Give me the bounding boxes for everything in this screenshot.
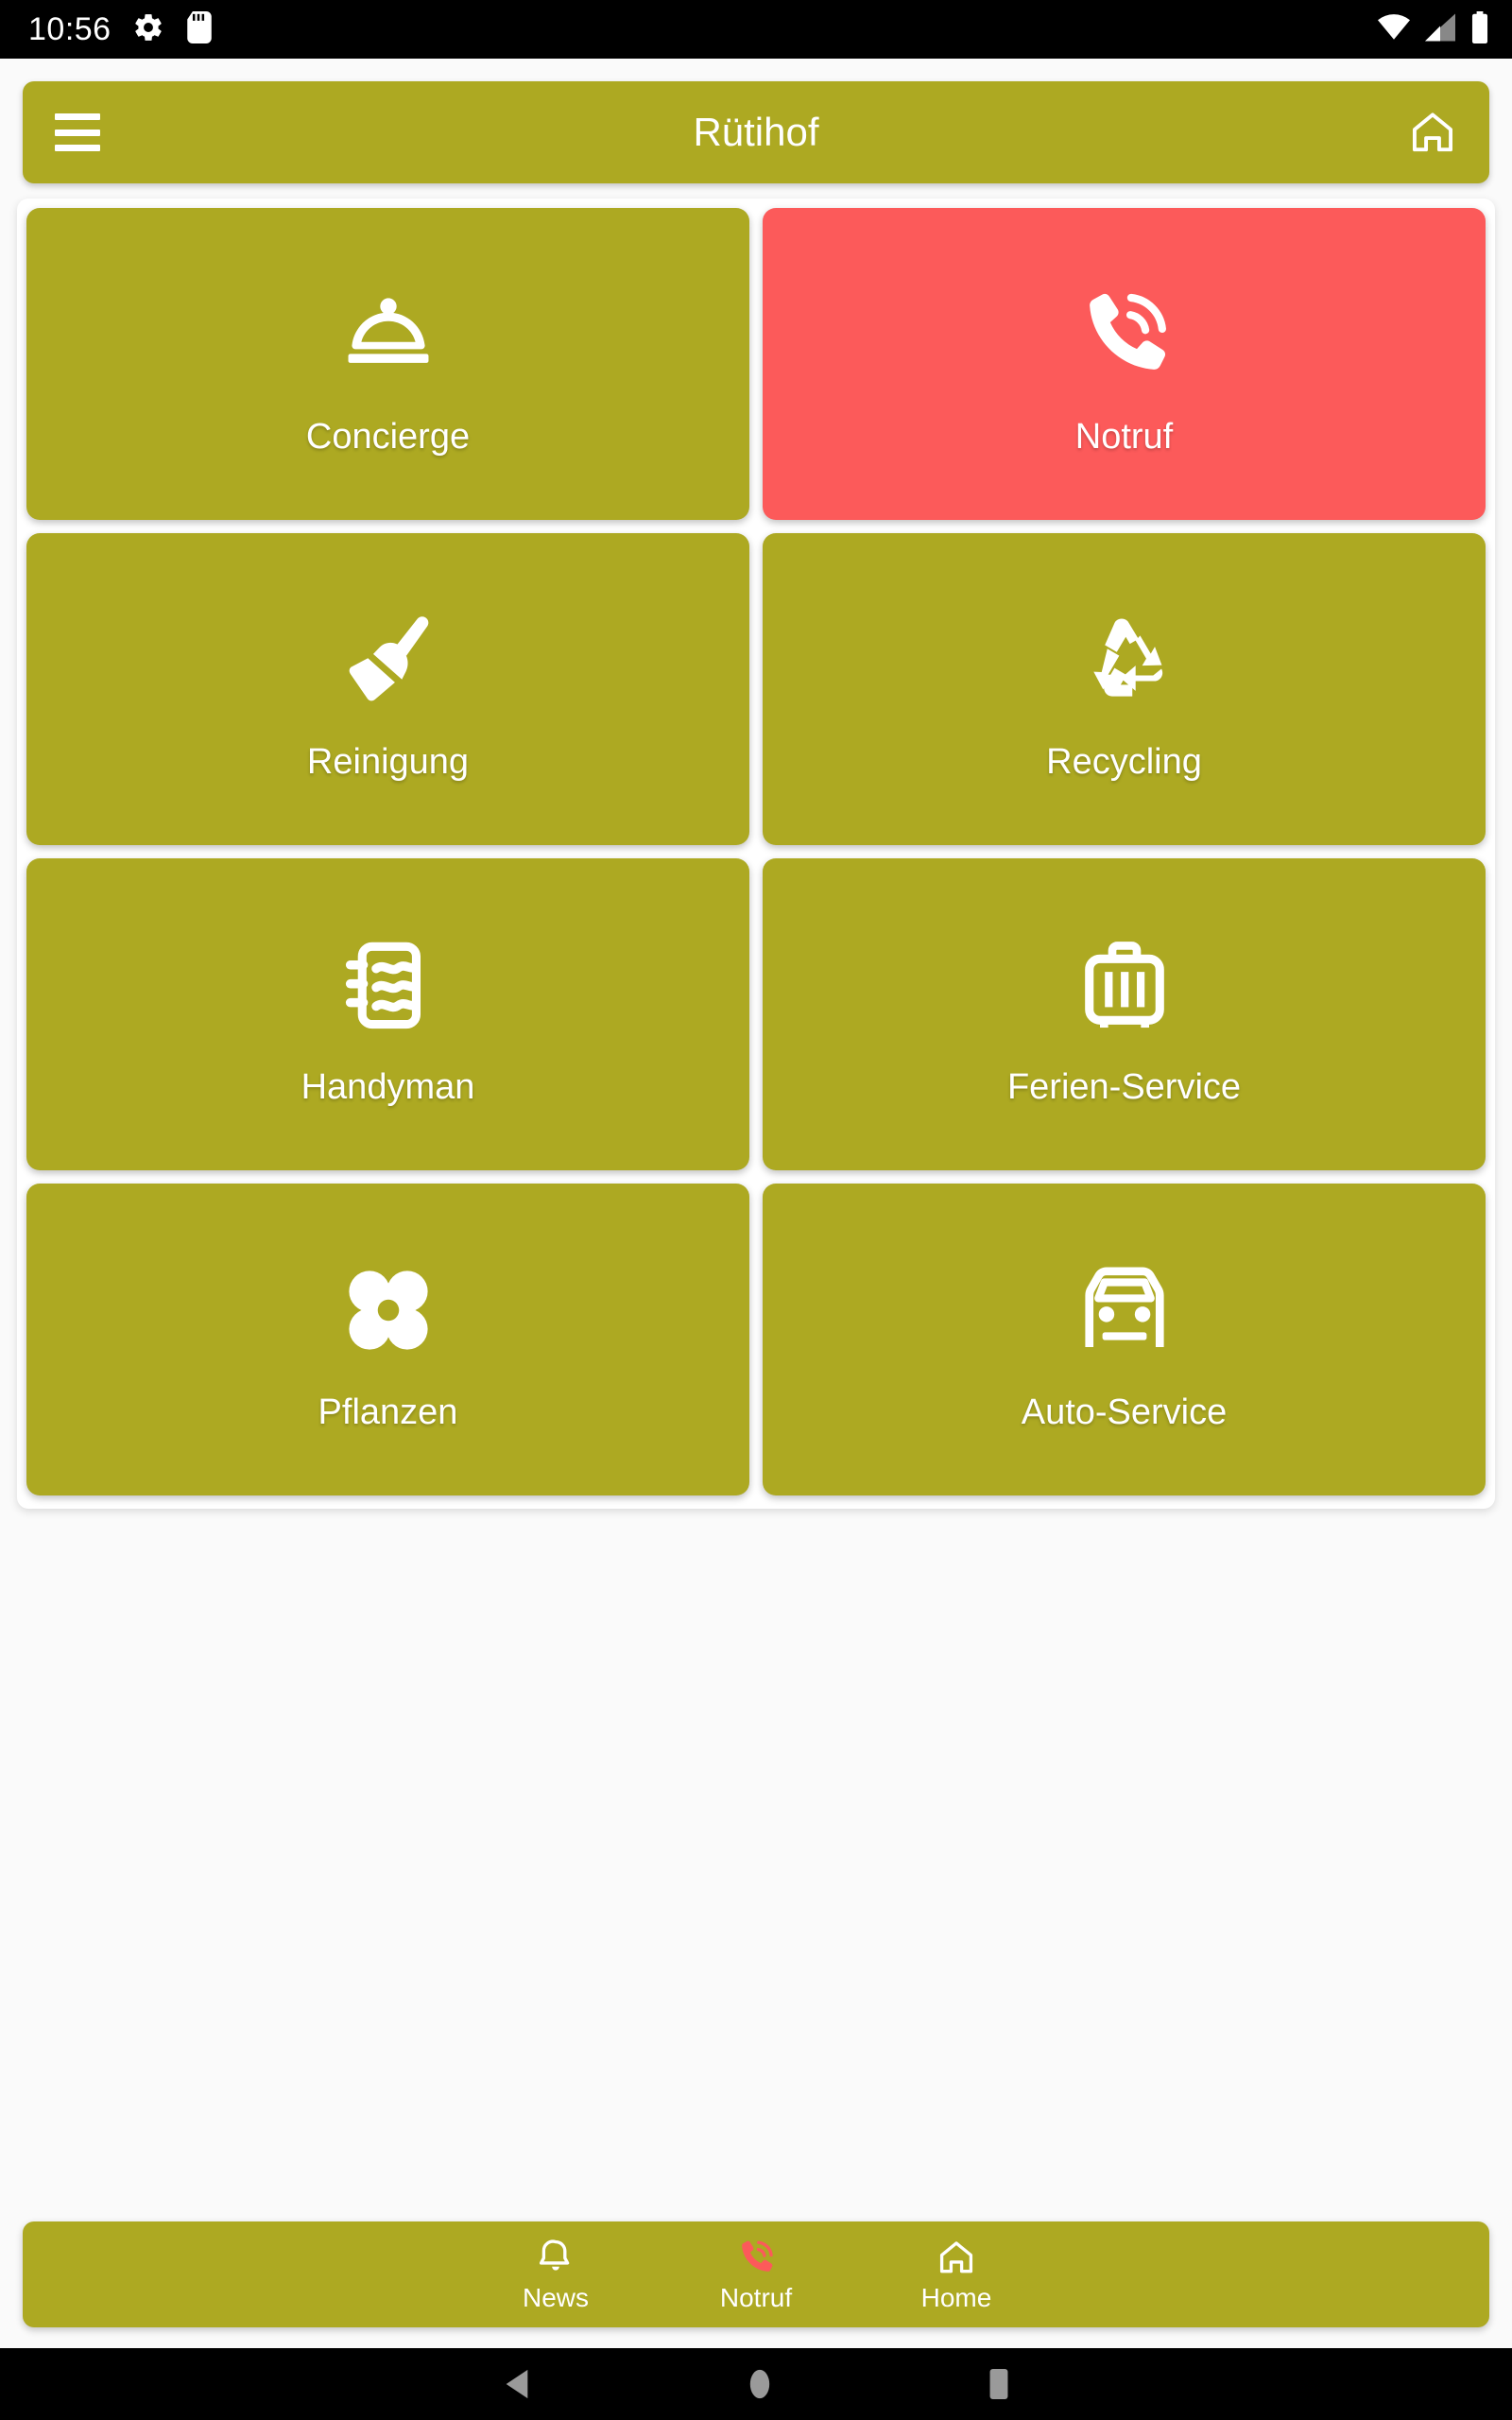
service-tile-pflanzen[interactable]: Pflanzen — [26, 1184, 749, 1495]
service-tile-label: Recycling — [1046, 742, 1202, 782]
service-tile-concierge[interactable]: Concierge — [26, 208, 749, 520]
status-bar: 10:56 — [0, 0, 1512, 59]
status-bar-left: 10:56 — [28, 10, 214, 48]
service-tile-label: Pflanzen — [318, 1392, 458, 1432]
services-card: Concierge Notruf Reinigung Recycling Han… — [17, 199, 1495, 1509]
flower-icon — [339, 1249, 438, 1372]
notepad-icon — [339, 924, 438, 1046]
bottom-nav-item-news[interactable]: News — [494, 2238, 617, 2311]
page-title: Rütihof — [693, 110, 819, 154]
android-device-screen: 10:56 Rütihof Concierge Notruf Reinigung… — [0, 0, 1512, 2420]
bottom-navigation-container: News Notruf Home — [0, 2221, 1512, 2348]
bottom-nav-item-home[interactable]: Home — [895, 2238, 1018, 2311]
service-tile-notruf[interactable]: Notruf — [763, 208, 1486, 520]
recycling-icon — [1075, 598, 1174, 721]
sd-card-icon — [185, 10, 214, 48]
battery-icon — [1470, 10, 1489, 48]
home-icon — [936, 2238, 976, 2277]
service-tile-label: Auto-Service — [1021, 1392, 1228, 1432]
service-tile-reinigung[interactable]: Reinigung — [26, 533, 749, 845]
home-circle-icon[interactable] — [748, 2368, 771, 2400]
service-tile-label: Handyman — [301, 1067, 475, 1107]
service-tile-ferien-service[interactable]: Ferien-Service — [763, 858, 1486, 1170]
app-surface: Rütihof Concierge Notruf Reinigung Recyc… — [0, 59, 1512, 2348]
recents-square-icon[interactable] — [988, 2368, 1009, 2400]
cell-signal-icon — [1425, 12, 1455, 46]
app-bar: Rütihof — [23, 81, 1489, 183]
gear-icon — [132, 11, 164, 48]
bell-icon — [536, 2238, 576, 2277]
service-tile-label: Notruf — [1074, 417, 1174, 457]
wifi-icon — [1378, 13, 1410, 46]
phone-call-icon — [1075, 273, 1174, 396]
hamburger-menu-icon[interactable] — [55, 113, 100, 151]
service-tile-label: Reinigung — [306, 742, 470, 782]
broom-icon — [339, 598, 438, 721]
status-clock: 10:56 — [28, 11, 112, 47]
back-triangle-icon[interactable] — [503, 2368, 531, 2400]
bottom-nav-label: Notruf — [719, 2283, 793, 2312]
home-icon[interactable] — [1408, 108, 1457, 157]
bottom-nav-item-notruf[interactable]: Notruf — [695, 2238, 817, 2311]
android-system-navigation-bar — [0, 2348, 1512, 2420]
app-bar-container: Rütihof — [0, 59, 1512, 183]
car-icon — [1075, 1249, 1174, 1372]
serving-dome-icon — [339, 273, 438, 396]
service-tile-label: Concierge — [305, 417, 471, 457]
services-grid: Concierge Notruf Reinigung Recycling Han… — [26, 208, 1486, 1495]
service-tile-label: Ferien-Service — [1006, 1067, 1242, 1107]
service-tile-recycling[interactable]: Recycling — [763, 533, 1486, 845]
service-tile-handyman[interactable]: Handyman — [26, 858, 749, 1170]
bottom-nav-label: Home — [920, 2283, 992, 2312]
service-tile-auto-service[interactable]: Auto-Service — [763, 1184, 1486, 1495]
suitcase-icon — [1075, 924, 1174, 1046]
bottom-nav-label: News — [522, 2283, 589, 2312]
phone-call-icon — [736, 2238, 776, 2277]
status-bar-right — [1378, 10, 1489, 48]
bottom-navigation: News Notruf Home — [23, 2221, 1489, 2327]
